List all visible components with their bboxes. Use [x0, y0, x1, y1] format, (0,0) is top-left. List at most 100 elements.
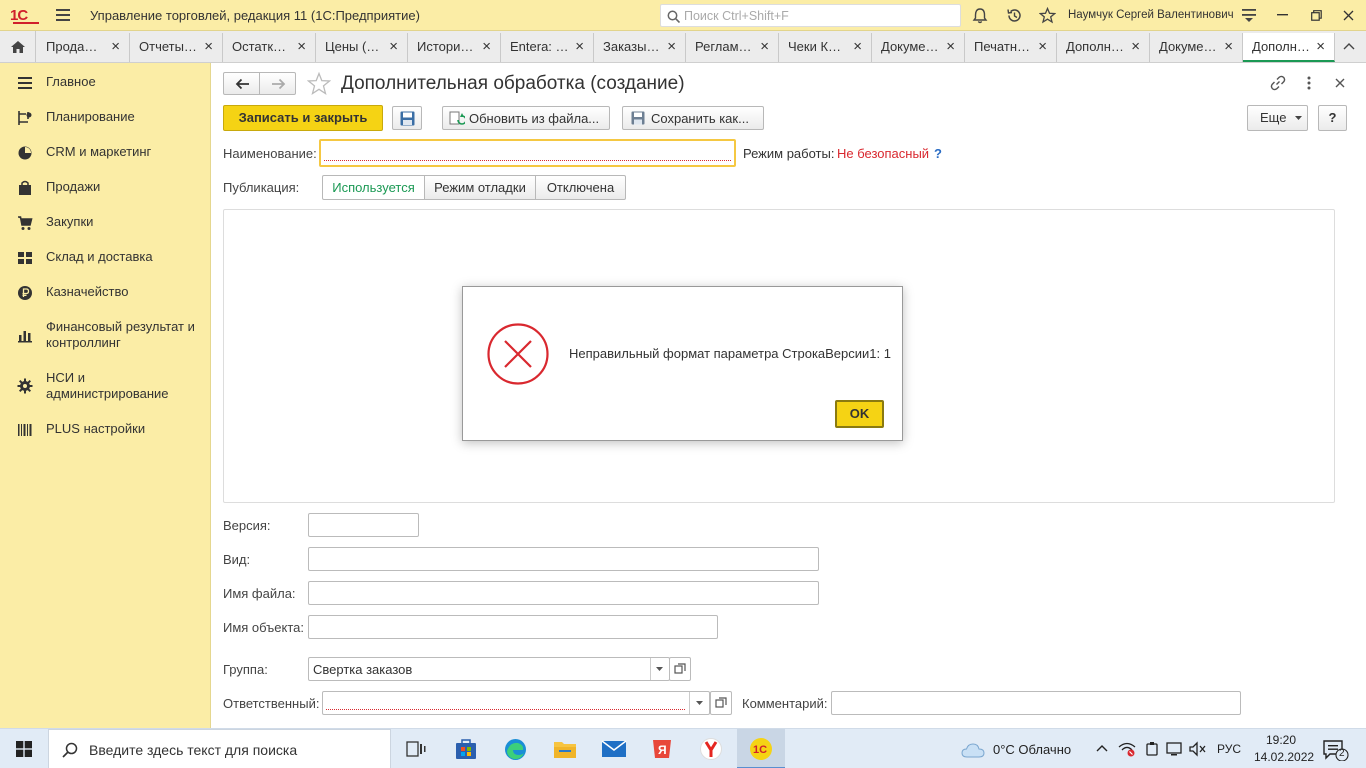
tray-expand-icon[interactable]: [1096, 744, 1108, 752]
main-menu-icon[interactable]: [56, 9, 70, 21]
publication-used-option[interactable]: Используется: [322, 175, 425, 200]
tab-item[interactable]: Прода… ×: [37, 33, 130, 62]
tab-close-icon[interactable]: ×: [111, 33, 120, 60]
tab-close-icon[interactable]: ×: [389, 33, 398, 60]
help-button[interactable]: ?: [1318, 105, 1347, 131]
home-tab[interactable]: [0, 31, 36, 62]
tab-item[interactable]: Печатн… ×: [965, 33, 1057, 62]
mail-icon[interactable]: [601, 740, 627, 758]
filename-field[interactable]: [308, 581, 819, 605]
settings-menu-icon[interactable]: [1241, 7, 1257, 23]
tab-close-icon[interactable]: ×: [1038, 33, 1047, 60]
name-field[interactable]: [319, 139, 736, 167]
version-label: Версия:: [223, 518, 271, 533]
tab-close-icon[interactable]: ×: [482, 33, 491, 60]
minimize-icon[interactable]: [1277, 14, 1288, 17]
tab-item[interactable]: Чеки К… ×: [779, 33, 872, 62]
edge-icon[interactable]: [504, 738, 527, 761]
store-icon[interactable]: [455, 738, 477, 760]
link-icon[interactable]: [1270, 75, 1286, 91]
dropdown-arrow-icon[interactable]: [696, 701, 703, 706]
tabs-scroll-up-icon[interactable]: [1343, 42, 1355, 50]
group-open-button[interactable]: [669, 657, 691, 681]
save-as-button[interactable]: Сохранить как...: [622, 106, 764, 130]
tab-close-icon[interactable]: ×: [575, 33, 584, 60]
history-icon[interactable]: [1006, 7, 1023, 24]
tab-item[interactable]: Заказы… ×: [594, 33, 686, 62]
tab-close-icon[interactable]: ×: [1224, 33, 1233, 60]
group-field[interactable]: Свертка заказов: [308, 657, 670, 681]
tab-item[interactable]: Entera: … ×: [501, 33, 594, 62]
notifications-icon[interactable]: 2: [1323, 739, 1349, 761]
tab-close-icon[interactable]: ×: [853, 33, 862, 60]
favorite-star-icon[interactable]: [307, 72, 331, 95]
file-explorer-icon[interactable]: [553, 739, 577, 759]
divider: [650, 658, 651, 680]
responsible-open-button[interactable]: [710, 691, 732, 715]
tab-close-icon[interactable]: ×: [946, 33, 955, 60]
tab-item[interactable]: Докуме… ×: [1150, 33, 1243, 62]
tab-close-icon[interactable]: ×: [297, 33, 306, 60]
tab-item[interactable]: Истори… ×: [408, 33, 501, 62]
sidebar-item-label: Финансовый результат и контроллинг: [46, 319, 195, 350]
tab-item[interactable]: Остатк… ×: [223, 33, 316, 62]
tray-network-blocked-icon[interactable]: [1118, 741, 1136, 757]
close-window-icon[interactable]: [1343, 10, 1354, 21]
sidebar: Главное Планирование CRM и маркетинг Про…: [0, 63, 211, 728]
clock-date[interactable]: 14.02.2022: [1254, 750, 1314, 764]
ok-button[interactable]: OK: [835, 400, 884, 428]
yandex-browser-icon[interactable]: [699, 738, 723, 760]
windows-start-icon[interactable]: [16, 741, 32, 757]
clock-time[interactable]: 19:20: [1266, 733, 1296, 747]
taskbar-search-placeholder: Введите здесь текст для поиска: [89, 742, 298, 758]
tab-item[interactable]: Цены (… ×: [316, 33, 408, 62]
favorites-star-icon[interactable]: [1039, 7, 1056, 24]
global-search-input[interactable]: Поиск Ctrl+Shift+F: [660, 4, 961, 27]
tab-item[interactable]: Докуме… ×: [872, 33, 965, 62]
tray-display-icon[interactable]: [1166, 741, 1182, 757]
tab-item[interactable]: Дополн… ×: [1057, 33, 1150, 62]
tab-close-icon[interactable]: ×: [760, 33, 769, 60]
responsible-field[interactable]: [322, 691, 710, 715]
save-and-close-button[interactable]: Записать и закрыть: [223, 105, 383, 131]
group-label: Группа:: [223, 662, 268, 677]
dropdown-arrow-icon[interactable]: [656, 667, 663, 672]
tab-item[interactable]: Реглам… ×: [686, 33, 779, 62]
restore-icon[interactable]: [1311, 10, 1322, 21]
1c-taskbar-button[interactable]: 1С: [737, 729, 785, 768]
task-view-icon[interactable]: [406, 740, 426, 758]
yandex-browser-alt-icon[interactable]: Я: [650, 738, 674, 760]
weather-cloud-icon[interactable]: [961, 742, 985, 758]
weather-text[interactable]: 0°C Облачно: [993, 742, 1071, 757]
publication-debug-option[interactable]: Режим отладки: [424, 175, 536, 200]
comment-field[interactable]: [831, 691, 1241, 715]
close-form-icon[interactable]: [1335, 78, 1345, 88]
object-name-field[interactable]: [308, 615, 718, 639]
error-icon: [487, 323, 549, 385]
update-from-file-button[interactable]: Обновить из файла...: [442, 106, 610, 130]
publication-disabled-option[interactable]: Отключена: [535, 175, 626, 200]
tab-close-icon[interactable]: ×: [1316, 33, 1325, 60]
more-actions-button[interactable]: Еще: [1247, 105, 1308, 131]
version-field[interactable]: [308, 513, 419, 537]
forward-button[interactable]: [259, 72, 296, 95]
bell-icon[interactable]: [972, 7, 988, 24]
tab-close-icon[interactable]: ×: [1131, 33, 1140, 60]
taskbar-search-input[interactable]: Введите здесь текст для поиска: [48, 729, 391, 768]
language-indicator[interactable]: РУС: [1217, 742, 1241, 756]
mode-help-link[interactable]: ?: [934, 146, 942, 161]
barcode-icon: [18, 424, 32, 436]
tab-close-icon[interactable]: ×: [204, 33, 213, 60]
error-message: Неправильный формат параметра СтрокаВерс…: [569, 346, 891, 361]
current-user[interactable]: Наумчук Сергей Валентинович: [1068, 9, 1234, 21]
tab-item[interactable]: Отчеты… ×: [130, 33, 223, 62]
tab-close-icon[interactable]: ×: [667, 33, 676, 60]
tray-device-icon[interactable]: [1145, 741, 1159, 757]
save-button[interactable]: [392, 106, 422, 130]
volume-muted-icon[interactable]: [1189, 741, 1207, 757]
tab-item-active[interactable]: Дополн… ×: [1243, 33, 1335, 62]
kind-field[interactable]: [308, 547, 819, 571]
more-vertical-icon[interactable]: [1307, 76, 1311, 90]
sidebar-item-label: Планирование: [46, 109, 135, 124]
back-button[interactable]: [223, 72, 260, 95]
